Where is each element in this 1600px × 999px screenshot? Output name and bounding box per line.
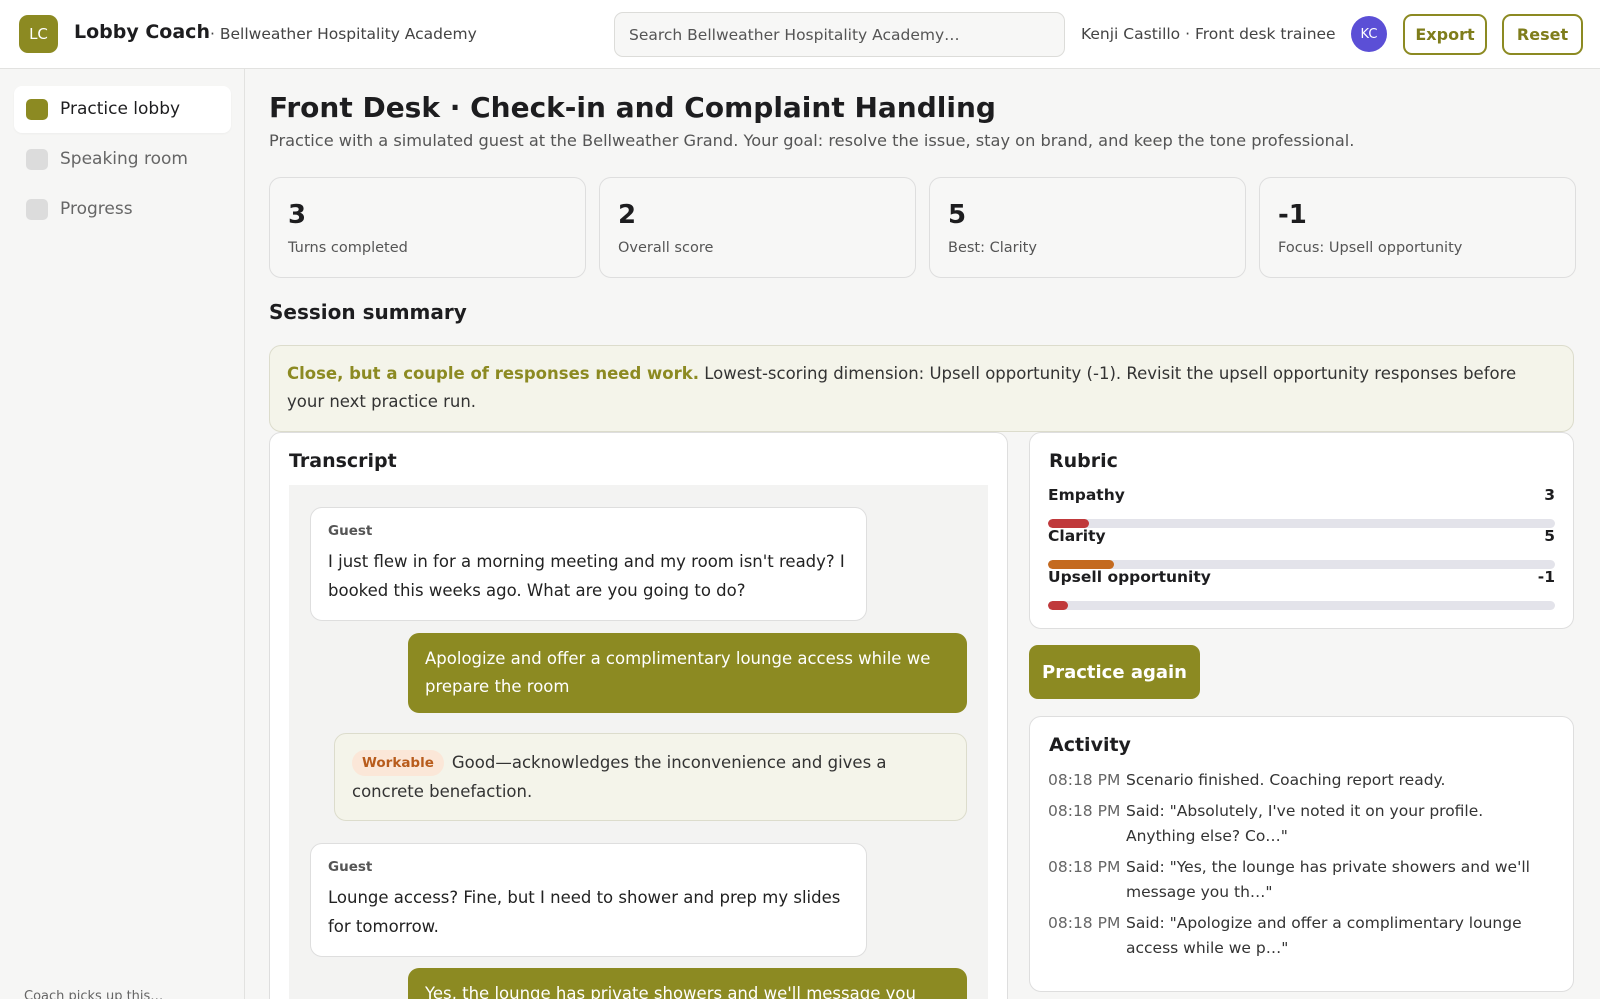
progress-icon [26,199,48,220]
sidebar: Practice lobby Speaking room Progress Co… [0,69,245,999]
message-speaker: Guest [328,859,373,875]
transcript-title: Transcript [289,450,397,472]
activity-time: 08:18 PM [1048,914,1121,932]
summary-lead: Close, but a couple of responses need wo… [287,364,699,383]
activity-text: Scenario finished. Coaching report ready… [1126,771,1446,789]
activity-text: Said: "Absolutely, I've noted it on your… [1126,802,1484,845]
rubric-name: Empathy [1048,486,1125,504]
rubric-score: -1 [1537,568,1555,586]
stat-card-turns: 3 Turns completed [269,177,586,278]
stat-label: Overall score [618,240,714,256]
sidebar-item-practice-lobby[interactable]: Practice lobby [14,86,231,133]
message-speaker: Guest [328,523,373,539]
rubric-score: 3 [1544,486,1555,504]
user-label: Kenji Castillo · Front desk trainee [1081,25,1336,43]
stat-value: 5 [948,200,967,230]
sidebar-item-speaking-room[interactable]: Speaking room [14,136,231,183]
rubric-name: Upsell opportunity [1048,568,1211,586]
activity-text: Said: "Yes, the lounge has private showe… [1126,858,1530,901]
rubric-bar-track [1048,519,1555,528]
sidebar-item-progress[interactable]: Progress [14,186,231,233]
activity-text: Said: "Apologize and offer a complimenta… [1126,914,1522,957]
org-name: · Bellweather Hospitality Academy [210,25,477,43]
activity-panel: Activity 08:18 PM Scenario finished. Coa… [1029,716,1574,992]
rubric-name: Clarity [1048,527,1106,545]
feedback-card: Workable Good—acknowledges the inconvenie… [334,733,967,821]
sidebar-item-label: Progress [60,199,133,219]
stat-card-overall-score: 2 Overall score [599,177,916,278]
transcript-scroll-area[interactable]: Guest I just flew in for a morning meeti… [289,485,988,999]
rubric-panel: Rubric Empathy 3 Clarity 5 Upsell opport… [1029,432,1574,629]
guest-message: Guest I just flew in for a morning meeti… [310,507,867,621]
rubric-score: 5 [1544,527,1555,545]
practice-lobby-icon [26,99,48,120]
stat-value: 3 [288,200,307,230]
activity-title: Activity [1049,734,1131,756]
rating-badge: Workable [352,750,444,776]
stat-value: 2 [618,200,637,230]
stat-label: Turns completed [288,240,408,256]
speaking-room-icon [26,149,48,170]
sidebar-footer-text: Coach picks up this… [24,989,164,999]
stat-card-best: 5 Best: Clarity [929,177,1246,278]
message-text: Lounge access? Fine, but I need to showe… [328,888,841,936]
section-title-session-summary: Session summary [269,300,467,324]
rubric-bar-track [1048,601,1555,610]
sidebar-item-label: Practice lobby [60,99,181,119]
reset-button[interactable]: Reset [1502,14,1583,55]
app-title: Lobby Coach [74,21,210,43]
stat-card-focus: -1 Focus: Upsell opportunity [1259,177,1576,278]
guest-message: Guest Lounge access? Fine, but I need to… [310,843,867,957]
stat-label: Best: Clarity [948,240,1037,256]
stat-value: -1 [1278,200,1307,230]
top-bar: LC Lobby Coach · Bellweather Hospitality… [0,0,1600,69]
activity-time: 08:18 PM [1048,771,1121,789]
page-subtitle: Practice with a simulated guest at the B… [269,131,1355,150]
message-text: I just flew in for a morning meeting and… [328,552,845,600]
page-title: Front Desk · Check-in and Complaint Hand… [269,91,996,124]
activity-time: 08:18 PM [1048,858,1121,876]
activity-time: 08:18 PM [1048,802,1121,820]
rubric-title: Rubric [1049,450,1118,472]
app-logo: LC [19,15,58,53]
trainee-message: Yes, the lounge has private showers and … [408,968,967,999]
search-input[interactable] [614,12,1065,57]
sidebar-item-label: Speaking room [60,149,188,169]
export-button[interactable]: Export [1403,14,1487,55]
session-summary-box: Close, but a couple of responses need wo… [269,345,1574,432]
stat-label: Focus: Upsell opportunity [1278,240,1463,256]
rubric-bar-fill [1048,601,1069,610]
avatar[interactable]: KC [1351,16,1387,52]
transcript-panel: Transcript Guest I just flew in for a mo… [269,432,1008,999]
trainee-message: Apologize and offer a complimentary loun… [408,633,967,713]
practice-again-button[interactable]: Practice again [1029,645,1200,699]
